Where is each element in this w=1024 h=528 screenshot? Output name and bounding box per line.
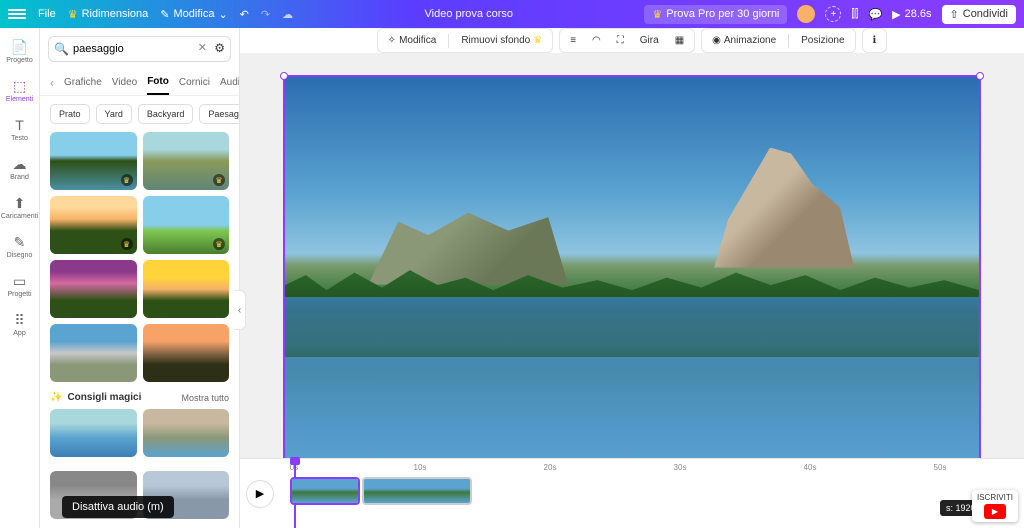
pro-badge-icon: ♛ (121, 174, 133, 186)
youtube-subscribe-badge[interactable]: ISCRIVITI ▶ (972, 490, 1018, 522)
timeline-ruler[interactable]: 0s 10s 20s 30s 40s 50s (280, 463, 1024, 477)
play-button[interactable]: ▶ (246, 480, 274, 508)
timeline: ▶ 0s 10s 20s 30s 40s 50s s: 1920 h: 1248 (240, 458, 1024, 528)
tabs-scroll-left[interactable]: ‹ (50, 76, 54, 90)
photo-thumb[interactable]: ♛ (50, 196, 137, 254)
elements-icon: ⬚ (12, 78, 28, 94)
rail-apps[interactable]: ⠿App (0, 307, 39, 342)
info-button[interactable]: ℹ (869, 33, 881, 48)
flip-button[interactable]: Gira (636, 33, 663, 48)
canvas-selection[interactable] (283, 75, 981, 471)
curve-button[interactable]: ◠ (588, 33, 605, 48)
collapse-panel-button[interactable]: ‹ (234, 290, 246, 330)
document-title[interactable]: Video prova corso (293, 8, 644, 20)
timeline-clip[interactable] (362, 477, 472, 505)
resize-button[interactable]: ♛Ridimensiona (68, 8, 149, 21)
remove-bg-button[interactable]: Rimuovi sfondo♛ (457, 33, 546, 48)
photo-thumb[interactable] (143, 324, 230, 382)
clear-search-button[interactable]: ✕ (198, 41, 207, 54)
tab-graphics[interactable]: Grafiche (64, 71, 102, 94)
analytics-icon[interactable]: ⫿⫿ (851, 8, 858, 21)
text-icon: T (12, 117, 28, 133)
youtube-icon: ▶ (984, 504, 1006, 519)
edit-image-button[interactable]: ✧Modifica (384, 33, 441, 48)
photo-thumb[interactable] (50, 260, 137, 318)
sparkle-icon: ✨ (50, 392, 62, 403)
chip-backyard[interactable]: Backyard (138, 104, 194, 124)
crop-button[interactable]: ⛶ (613, 33, 628, 48)
brand-icon: ☁ (12, 156, 28, 172)
chip-yard[interactable]: Yard (96, 104, 132, 124)
uploads-icon: ⬆ (12, 195, 28, 211)
photo-thumb[interactable] (143, 260, 230, 318)
chevron-down-icon: ⌄ (218, 8, 227, 21)
try-pro-button[interactable]: ♛Prova Pro per 30 giorni (644, 5, 787, 24)
side-panel: 🔍 ✕ ⚙ ‹ Grafiche Video Foto Cornici Audi… (40, 28, 240, 528)
rail-draw[interactable]: ✎Disegno (0, 229, 39, 264)
user-avatar[interactable] (797, 5, 815, 23)
chip-prato[interactable]: Prato (50, 104, 90, 124)
resize-handle[interactable] (976, 72, 984, 80)
rail-uploads[interactable]: ⬆Caricamenti (0, 190, 39, 225)
file-menu[interactable]: File (38, 8, 56, 20)
play-icon: ▶ (892, 8, 900, 21)
rail-project[interactable]: 📄Progetto (0, 34, 39, 69)
draw-icon: ✎ (12, 234, 28, 250)
magic-suggestions-title: ✨Consigli magici (50, 392, 141, 403)
projects-icon: ▭ (12, 273, 28, 289)
rail-elements[interactable]: ⬚Elementi (0, 73, 39, 108)
rail-brand[interactable]: ☁Brand (0, 151, 39, 186)
chip-landscaping[interactable]: Paesaggistica (199, 104, 239, 124)
pro-badge-icon: ♛ (213, 174, 225, 186)
resize-handle[interactable] (280, 72, 288, 80)
apps-icon: ⠿ (12, 312, 28, 328)
crown-icon: ♛ (533, 35, 542, 46)
tab-photo[interactable]: Foto (147, 70, 169, 95)
rail-text[interactable]: TTesto (0, 112, 39, 147)
play-preview-button[interactable]: ▶28.6s (892, 8, 931, 21)
add-member-button[interactable]: + (825, 6, 841, 22)
show-all-link[interactable]: Mostra tutto (181, 393, 229, 403)
canvas-image[interactable] (285, 77, 979, 469)
animate-icon: ◉ (712, 35, 721, 46)
suggestion-thumb[interactable] (50, 409, 137, 457)
tab-frames[interactable]: Cornici (179, 71, 210, 94)
edit-icon: ✧ (388, 35, 396, 46)
upload-icon: ⇧ (950, 8, 959, 21)
crown-icon: ♛ (68, 8, 78, 21)
edit-menu[interactable]: ✎Modifica⌄ (160, 8, 227, 21)
project-icon: 📄 (12, 39, 28, 55)
photo-thumb[interactable]: ♛ (50, 132, 137, 190)
rail-projects[interactable]: ▭Progetti (0, 268, 39, 303)
transparency-button[interactable]: ▦ (671, 33, 688, 48)
left-rail: 📄Progetto ⬚Elementi TTesto ☁Brand ⬆Caric… (0, 28, 40, 528)
mute-tooltip: Disattiva audio (m) (62, 496, 174, 518)
undo-button[interactable]: ↶ (240, 8, 249, 21)
tab-audio[interactable]: Audio (220, 71, 240, 94)
comments-icon[interactable]: 💬 (868, 8, 882, 21)
crown-icon: ♛ (652, 8, 662, 21)
cloud-sync-icon[interactable]: ☁ (282, 8, 293, 21)
align-button[interactable]: ≡ (566, 33, 580, 48)
menu-button[interactable] (8, 9, 26, 19)
pro-badge-icon: ♛ (121, 238, 133, 250)
pro-badge-icon: ♛ (213, 238, 225, 250)
timeline-clip[interactable] (290, 477, 360, 505)
suggestion-thumb[interactable] (143, 409, 230, 457)
filter-button[interactable]: ⚙ (214, 41, 225, 55)
redo-button[interactable]: ↷ (261, 8, 270, 21)
photo-thumb[interactable]: ♛ (143, 196, 230, 254)
share-button[interactable]: ⇧Condividi (942, 5, 1016, 24)
pencil-icon: ✎ (160, 8, 169, 21)
position-button[interactable]: Posizione (797, 33, 848, 48)
animate-button[interactable]: ◉Animazione (708, 33, 780, 48)
photo-thumb[interactable]: ♛ (143, 132, 230, 190)
photo-thumb[interactable] (50, 324, 137, 382)
tab-video[interactable]: Video (112, 71, 137, 94)
search-icon: 🔍 (54, 42, 69, 56)
play-icon: ▶ (256, 487, 264, 500)
